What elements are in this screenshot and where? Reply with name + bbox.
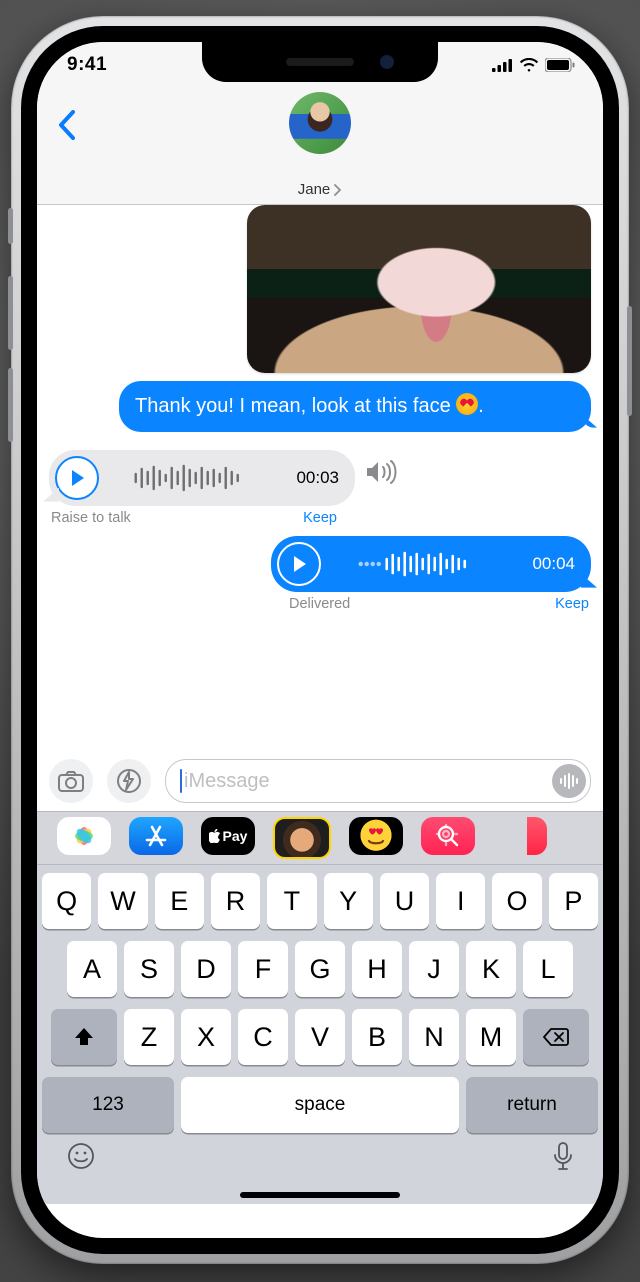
key-t[interactable]: T [267, 873, 316, 929]
sent-photo-message[interactable] [247, 205, 591, 373]
key-backspace[interactable] [523, 1009, 589, 1065]
app-drawer-button[interactable] [107, 759, 151, 803]
key-x[interactable]: X [181, 1009, 231, 1065]
key-q[interactable]: Q [42, 873, 91, 929]
key-a[interactable]: A [67, 941, 117, 997]
animoji-app[interactable] [349, 817, 403, 855]
key-s[interactable]: S [124, 941, 174, 997]
key-m[interactable]: M [466, 1009, 516, 1065]
music-app[interactable] [493, 817, 519, 855]
message-text: Thank you! I mean, look at this face [135, 395, 456, 417]
image-search-app[interactable] [421, 817, 475, 855]
speaker-icon[interactable] [365, 459, 399, 485]
play-button[interactable] [55, 456, 99, 500]
key-k[interactable]: K [466, 941, 516, 997]
chevron-right-icon [332, 184, 342, 196]
emoji-key[interactable] [66, 1141, 96, 1178]
play-button[interactable] [277, 542, 321, 586]
imessage-app-strip[interactable]: Pay [37, 811, 603, 865]
message-composer: iMessage [37, 749, 603, 811]
key-p[interactable]: P [549, 873, 598, 929]
audio-duration: 00:04 [532, 554, 575, 574]
phone-screen: 9:41 Jane [37, 42, 603, 1238]
keep-button[interactable]: Keep [555, 596, 589, 612]
wifi-icon [519, 58, 539, 72]
key-u[interactable]: U [380, 873, 429, 929]
audio-duration: 00:03 [296, 468, 339, 488]
conversation-scroll[interactable]: Thank you! I mean, look at this face . 0… [37, 205, 603, 749]
received-audio-message[interactable]: 00:03 [49, 450, 355, 506]
key-return[interactable]: return [466, 1077, 598, 1133]
key-l[interactable]: L [523, 941, 573, 997]
conversation-header: Jane [37, 88, 603, 205]
contact-name: Jane [298, 181, 331, 198]
keyboard-row-3: Z X C V B N M [42, 1009, 598, 1065]
sent-audio-message[interactable]: 00:04 [271, 536, 591, 592]
key-i[interactable]: I [436, 873, 485, 929]
key-c[interactable]: C [238, 1009, 288, 1065]
home-indicator[interactable] [240, 1192, 400, 1198]
photos-app[interactable] [57, 817, 111, 855]
message-input[interactable]: iMessage [165, 759, 591, 803]
notch [202, 42, 438, 82]
key-z[interactable]: Z [124, 1009, 174, 1065]
memoji-app[interactable] [273, 817, 331, 859]
contact-name-button[interactable]: Jane [298, 181, 343, 198]
text-cursor [180, 769, 182, 793]
apple-pay-app[interactable]: Pay [201, 817, 255, 855]
keyboard-row-2: A S D F G H J K L [42, 941, 598, 997]
dictation-key[interactable] [552, 1141, 574, 1178]
sent-text-message[interactable]: Thank you! I mean, look at this face . [119, 381, 591, 432]
key-j[interactable]: J [409, 941, 459, 997]
status-time: 9:41 [67, 54, 107, 76]
back-button[interactable] [47, 100, 85, 155]
cellular-icon [492, 59, 513, 72]
keyboard-row-1: Q W E R T Y U I O P [42, 873, 598, 929]
contact-avatar[interactable] [289, 92, 351, 154]
waveform-icon [331, 550, 522, 578]
battery-icon [545, 58, 575, 72]
key-numbers[interactable]: 123 [42, 1077, 174, 1133]
key-n[interactable]: N [409, 1009, 459, 1065]
key-r[interactable]: R [211, 873, 260, 929]
camera-button[interactable] [49, 759, 93, 803]
key-b[interactable]: B [352, 1009, 402, 1065]
key-d[interactable]: D [181, 941, 231, 997]
delivered-status: Delivered [289, 596, 350, 612]
key-shift[interactable] [51, 1009, 117, 1065]
key-g[interactable]: G [295, 941, 345, 997]
key-h[interactable]: H [352, 941, 402, 997]
raise-to-talk-hint: Raise to talk [51, 510, 131, 526]
waveform-icon [109, 464, 286, 492]
key-y[interactable]: Y [324, 873, 373, 929]
keyboard: Q W E R T Y U I O P A S D [37, 865, 603, 1204]
audio-record-button[interactable] [552, 764, 586, 798]
key-f[interactable]: F [238, 941, 288, 997]
keep-button[interactable]: Keep [303, 510, 337, 526]
app-store-app[interactable] [129, 817, 183, 855]
key-space[interactable]: space [181, 1077, 459, 1133]
message-placeholder: iMessage [184, 770, 552, 793]
key-v[interactable]: V [295, 1009, 345, 1065]
heart-eyes-emoji [456, 393, 478, 415]
key-e[interactable]: E [155, 873, 204, 929]
key-w[interactable]: W [98, 873, 147, 929]
key-o[interactable]: O [492, 873, 541, 929]
keyboard-row-4: 123 space return [42, 1077, 598, 1133]
